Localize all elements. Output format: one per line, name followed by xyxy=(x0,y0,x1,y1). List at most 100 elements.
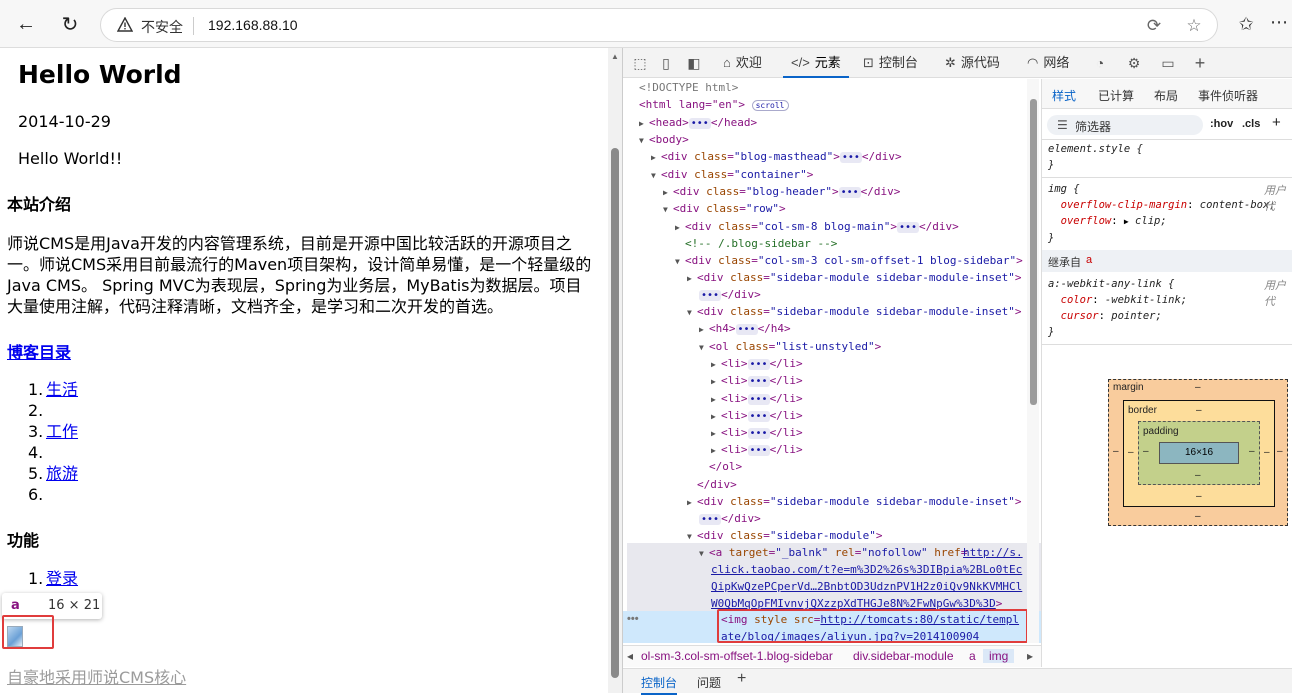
tab-styles[interactable]: 样式 xyxy=(1052,87,1076,104)
scroll-up-icon[interactable]: ▲ xyxy=(611,52,619,61)
tree-line[interactable]: ••• </div> xyxy=(699,286,761,303)
tree-line[interactable]: ▼ <div class="col-sm-3 col-sm-offset-1 bl… xyxy=(675,252,1023,269)
link-ua-rule[interactable]: a:-webkit-any-link { color: -webkit-link… xyxy=(1048,276,1187,340)
dock-icon[interactable]: ◧ xyxy=(685,54,703,72)
more-button[interactable]: ⋯ xyxy=(1270,12,1288,33)
tree-line[interactable]: <!-- /.blog-sidebar --> xyxy=(685,235,837,252)
tree-line[interactable]: ▼ <ol class="list-unstyled"> xyxy=(699,338,881,355)
settings-icon[interactable]: ⚙ xyxy=(1125,54,1143,72)
tree-line[interactable]: ▶ <div class="col-sm-8 blog-main"> ••• </di… xyxy=(675,218,959,235)
inherit-tag-link[interactable]: a xyxy=(1086,254,1092,266)
box-model-border[interactable]: border – – – – padding – – – 16×16 xyxy=(1123,400,1275,507)
tree-line[interactable]: <html lang="en"> scroll xyxy=(639,96,789,113)
add-tab-icon[interactable]: + xyxy=(1191,53,1209,73)
blog-link-work[interactable]: 工作 xyxy=(46,422,78,441)
list-item: 6. xyxy=(28,485,44,504)
node-dots-icon[interactable]: ••• xyxy=(627,611,639,628)
styles-filter-input[interactable]: ☰ 筛选器 xyxy=(1047,115,1203,135)
filter-icon: ☰ xyxy=(1057,118,1068,132)
box-model-margin[interactable]: margin – – – – border – – – – padding – … xyxy=(1108,379,1288,526)
blog-link-life[interactable]: 生活 xyxy=(46,380,78,399)
tab-console[interactable]: ⊡ 控制台 xyxy=(863,48,918,78)
url-text[interactable]: 192.168.88.10 xyxy=(208,17,298,33)
tree-line[interactable]: ▶ <li> ••• </li> xyxy=(711,441,803,458)
tab-elements[interactable]: </> 元素 xyxy=(783,48,849,78)
blog-list: 1. 生活 2. 3. 工作 4. 5. 旅游 6. xyxy=(28,379,78,505)
tree-line[interactable]: ▶ <li> ••• </li> xyxy=(711,372,803,389)
new-rule-icon[interactable]: + xyxy=(1272,114,1281,131)
tree-line[interactable]: </div> xyxy=(697,476,737,493)
tree-line[interactable]: ▼ <div class="row"> xyxy=(663,200,786,217)
drawer-add-icon[interactable]: + xyxy=(737,670,746,688)
tab-network[interactable]: ◠ 网络 xyxy=(1027,48,1069,78)
tab-welcome[interactable]: ⌂ 欢迎 xyxy=(723,48,762,78)
browser-toolbar: ← ↻ 不安全 192.168.88.10 ⟳ ☆ ✩ ⋯ xyxy=(0,0,1292,48)
device-icon[interactable]: ▯ xyxy=(657,54,675,72)
breadcrumb-right-icon[interactable]: ▸ xyxy=(1027,649,1033,663)
tree-line[interactable]: ▼ <div class="sidebar-module"> xyxy=(687,527,882,544)
warning-icon[interactable] xyxy=(117,17,133,33)
elements-scrollbar[interactable] xyxy=(1027,79,1039,643)
application-icon[interactable]: ▭ xyxy=(1159,54,1177,72)
inspect-icon[interactable]: ⬚ xyxy=(631,54,649,72)
elements-scroll-thumb[interactable] xyxy=(1030,99,1037,405)
tree-line[interactable]: ••• </div> xyxy=(699,510,761,527)
page-scroll-thumb[interactable] xyxy=(611,148,619,678)
styles-tabbar: 样式 已计算 布局 事件侦听器 xyxy=(1042,79,1292,109)
tree-line[interactable]: ▼ <body> xyxy=(639,131,689,148)
scroll-badge[interactable]: scroll xyxy=(751,100,789,111)
breadcrumb: ◂ ol-sm-3.col-sm-offset-1.blog-sidebar d… xyxy=(623,645,1041,667)
tree-line[interactable]: ▶ <li> ••• </li> xyxy=(711,355,803,372)
tree-line[interactable]: ▶ <li> ••• </li> xyxy=(711,424,803,441)
drawer-tab-issues[interactable]: 问题 xyxy=(697,674,721,691)
devtools-panel: ⬚ ▯ ◧ ⌂ 欢迎 </> 元素 ⊡ 控制台 ✲ 源代码 ◠ 网络 ◔ ⚙ ▭ + ••… xyxy=(622,48,1292,695)
breadcrumb-item[interactable]: a xyxy=(969,649,976,663)
tree-line[interactable]: </ol> xyxy=(709,458,742,475)
breadcrumb-item[interactable]: ol-sm-3.col-sm-offset-1.blog-sidebar xyxy=(641,649,833,663)
security-label[interactable]: 不安全 xyxy=(141,17,183,37)
tree-line[interactable]: ▶ <head> ••• </head> xyxy=(639,114,757,131)
performance-icon[interactable]: ◔ xyxy=(1091,54,1109,72)
elements-tree[interactable]: ••• <!DOCTYPE html> <html lang="en"> scr… xyxy=(623,79,1041,643)
breadcrumb-item[interactable]: div.sidebar-module xyxy=(853,649,954,663)
tree-line[interactable]: ▶ <div class="blog-header"> ••• </div> xyxy=(663,183,900,200)
box-model-content[interactable]: 16×16 xyxy=(1159,442,1239,464)
cls-toggle[interactable]: .cls xyxy=(1242,118,1260,130)
footer-link[interactable]: 自豪地采用师说CMS核心 xyxy=(7,664,186,688)
favorites-button[interactable]: ✩ xyxy=(1234,12,1258,36)
list-item: 2. xyxy=(28,401,44,420)
tree-line[interactable]: ▶ <div class="sidebar-module sidebar-modu… xyxy=(687,269,1022,286)
tree-line[interactable]: ▶ <h4> ••• </h4> xyxy=(699,320,791,337)
blog-heading-link[interactable]: 博客目录 xyxy=(7,339,71,363)
tree-line[interactable]: ▼ <div class="sidebar-module sidebar-modu… xyxy=(687,303,1022,320)
drawer-tab-console[interactable]: 控制台 xyxy=(641,674,678,695)
tree-line[interactable]: ▶ <div class="sidebar-module sidebar-modu… xyxy=(687,493,1022,510)
devtools-drawer: 控制台 问题 + xyxy=(623,668,1292,695)
tab-sources[interactable]: ✲ 源代码 xyxy=(945,48,1000,78)
page-scrollbar[interactable]: ▲ xyxy=(608,48,622,693)
element-style-rule[interactable]: element.style {} xyxy=(1048,141,1143,173)
tree-line[interactable]: ▶ <div class="blog-masthead"> ••• </div> xyxy=(651,148,902,165)
tree-line[interactable]: ▼ <div class="container"> xyxy=(651,166,813,183)
tree-line[interactable]: ▶ <li> ••• </li> xyxy=(711,390,803,407)
href-value[interactable]: http://s.click.taobao.com/t?e=m%3D2%26s%… xyxy=(711,544,1023,612)
refresh-extension-icon[interactable]: ⟳ xyxy=(1143,15,1165,37)
broken-image-icon[interactable] xyxy=(7,626,23,647)
back-button[interactable]: ← xyxy=(12,10,40,38)
img-ua-rule[interactable]: img { overflow-clip-margin: content-box;… xyxy=(1048,181,1276,246)
address-bar[interactable]: 不安全 192.168.88.10 ⟳ ☆ xyxy=(100,8,1218,42)
reload-button[interactable]: ↻ xyxy=(56,10,84,38)
tab-event-listeners[interactable]: 事件侦听器 xyxy=(1198,87,1258,104)
box-model-padding[interactable]: padding – – – 16×16 xyxy=(1138,421,1260,485)
breadcrumb-item-selected[interactable]: img xyxy=(983,649,1015,663)
login-link[interactable]: 登录 xyxy=(46,569,78,588)
hov-toggle[interactable]: :hov xyxy=(1210,118,1233,130)
breadcrumb-left-icon[interactable]: ◂ xyxy=(627,649,633,663)
blog-link-travel[interactable]: 旅游 xyxy=(46,464,78,483)
tree-line[interactable]: <!DOCTYPE html> xyxy=(639,79,738,96)
tab-computed[interactable]: 已计算 xyxy=(1098,87,1134,104)
console-icon: ⊡ xyxy=(863,55,874,70)
tree-line[interactable]: ▶ <li> ••• </li> xyxy=(711,407,803,424)
star-icon[interactable]: ☆ xyxy=(1183,15,1205,37)
tab-layout[interactable]: 布局 xyxy=(1154,87,1178,104)
